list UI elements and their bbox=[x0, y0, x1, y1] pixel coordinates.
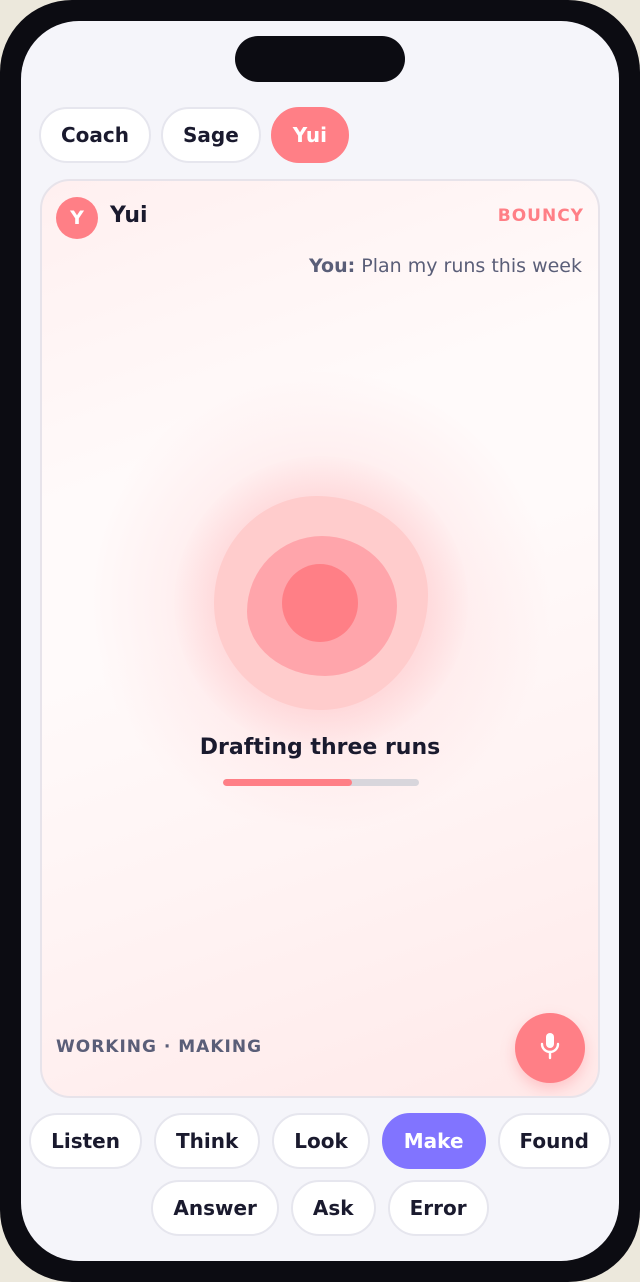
user-message-text: Plan my runs this week bbox=[355, 255, 582, 277]
state-think[interactable]: Think bbox=[153, 1113, 261, 1169]
agent-card: Y Yui BOUNCY You: Plan my runs this week… bbox=[40, 179, 600, 1098]
state-ask[interactable]: Ask bbox=[290, 1180, 376, 1236]
state-answer[interactable]: Answer bbox=[151, 1180, 279, 1236]
state-make[interactable]: Make bbox=[381, 1113, 486, 1169]
persona-tab-sage[interactable]: Sage bbox=[161, 107, 261, 163]
orb-core bbox=[282, 564, 358, 642]
user-message: You: Plan my runs this week bbox=[309, 255, 582, 277]
mood-badge: BOUNCY bbox=[497, 206, 584, 226]
progress-bar bbox=[223, 779, 419, 786]
state-row-2: Answer Ask Error bbox=[21, 1180, 619, 1236]
mic-button[interactable] bbox=[515, 1013, 585, 1083]
screen: Coach Sage Yui Y Yui BOUNCY You: Plan my… bbox=[21, 21, 619, 1261]
state-look[interactable]: Look bbox=[272, 1113, 370, 1169]
agent-name: Yui bbox=[110, 203, 148, 228]
status-text: Drafting three runs bbox=[199, 735, 441, 760]
dynamic-island bbox=[235, 36, 405, 82]
user-message-prefix: You: bbox=[309, 255, 356, 277]
persona-tabs: Coach Sage Yui bbox=[39, 107, 349, 163]
persona-tab-yui[interactable]: Yui bbox=[270, 107, 349, 163]
state-listen[interactable]: Listen bbox=[29, 1113, 142, 1169]
activity-orb bbox=[174, 456, 468, 750]
mode-label: WORKING · MAKING bbox=[56, 1037, 263, 1057]
progress-fill bbox=[223, 779, 353, 786]
persona-tab-coach[interactable]: Coach bbox=[39, 107, 152, 163]
phone-frame: Coach Sage Yui Y Yui BOUNCY You: Plan my… bbox=[0, 0, 640, 1282]
state-error[interactable]: Error bbox=[387, 1180, 489, 1236]
avatar: Y bbox=[56, 197, 98, 239]
state-found[interactable]: Found bbox=[497, 1113, 611, 1169]
state-row-1: Listen Think Look Make Found bbox=[21, 1113, 619, 1169]
state-selector: Listen Think Look Make Found Answer Ask … bbox=[21, 1113, 619, 1247]
microphone-icon bbox=[539, 1032, 561, 1064]
